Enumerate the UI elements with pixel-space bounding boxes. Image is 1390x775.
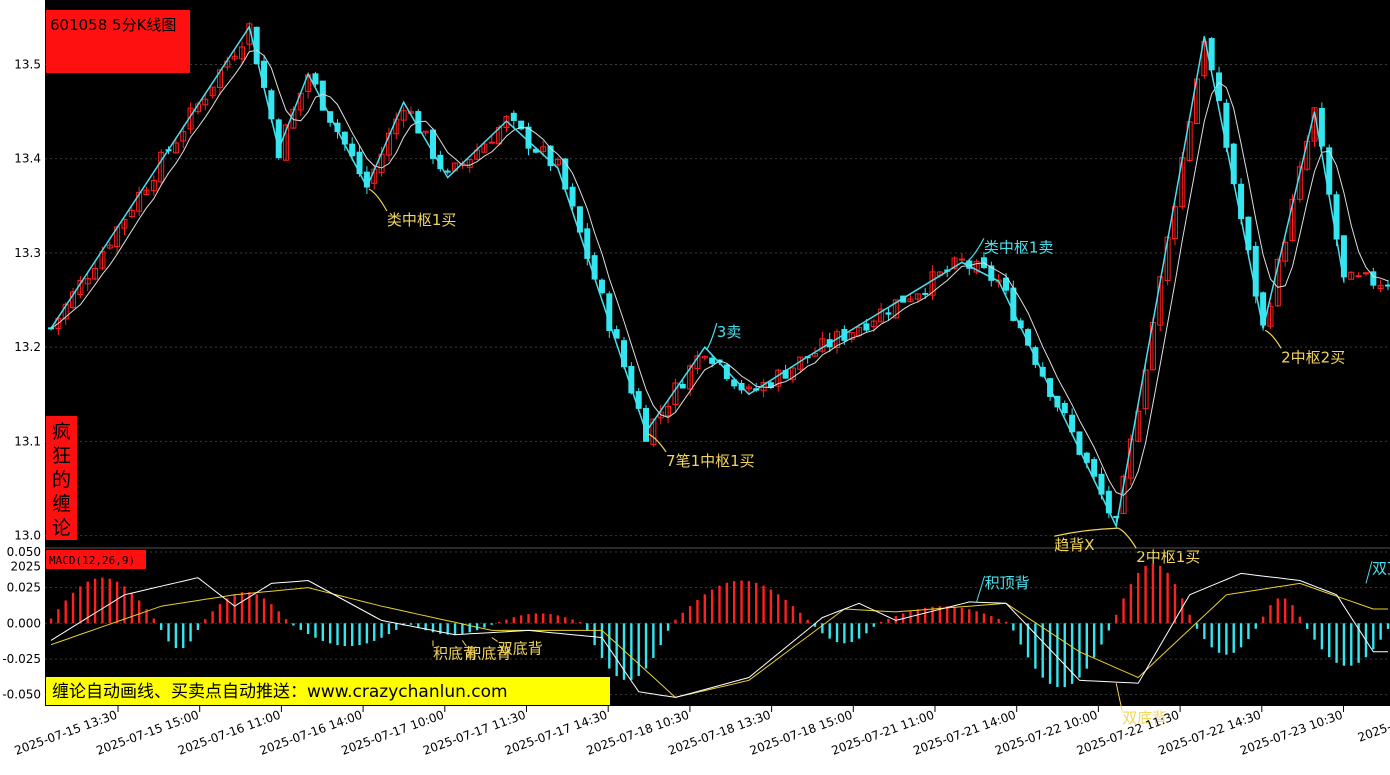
price-annotation-label: 2中枢2买 xyxy=(1281,348,1345,366)
candle-body xyxy=(1091,459,1098,477)
brand-char: 论 xyxy=(52,517,71,539)
candle-body xyxy=(863,323,870,331)
brand-char: 狂 xyxy=(52,445,71,467)
candle-body xyxy=(1216,72,1223,101)
macd-badge: MACD(12,26,9) xyxy=(46,550,146,569)
price-tick-label: 13.4 xyxy=(14,152,41,166)
macd-annotation-label: 积顶背 xyxy=(985,574,1030,592)
candle-body xyxy=(510,112,517,121)
candle-body xyxy=(275,119,282,159)
price-annotation-label: 3卖 xyxy=(717,323,742,341)
candle-body xyxy=(1003,277,1009,291)
candle-body xyxy=(958,258,965,261)
candle-body xyxy=(885,312,892,315)
macd-annotation-label: 双底背 xyxy=(498,640,543,658)
price-tick-label: 13.0 xyxy=(14,529,41,543)
candle-body xyxy=(312,73,319,85)
price-annotation-label: 类中枢1买 xyxy=(387,211,457,229)
chart-canvas: 13.5 13.4 13.3 13.2 13.1 13.0 类中枢1买 3卖 7笔1中枢1买 类… xyxy=(0,0,1390,775)
candle-body xyxy=(709,357,716,364)
price-tick-label: 13.3 xyxy=(14,246,41,260)
candle-body xyxy=(488,141,495,144)
price-annotation-label: 类中枢1卖 xyxy=(984,238,1054,256)
promo-banner: 缠论自动画线、买卖点自动推送：www.crazychanlun.com xyxy=(46,677,610,705)
candle-body xyxy=(591,255,598,280)
price-annotation-label: 趋背X xyxy=(1054,536,1094,554)
macd-tick-label: -0.025 xyxy=(2,652,41,666)
candle-body xyxy=(569,186,576,207)
title-badge: 601058 5分K线图 xyxy=(46,10,190,73)
macd-annotation-label: 双顶 xyxy=(1372,559,1390,577)
candle-body xyxy=(1061,403,1068,414)
price-tick-label: 13.5 xyxy=(14,58,41,72)
candle-body xyxy=(525,126,532,149)
brand-char: 缠 xyxy=(52,493,71,515)
price-annotation-label: 7笔1中枢1买 xyxy=(666,452,755,470)
price-tick-label: 13.1 xyxy=(14,434,41,448)
macd-tick-label: 0.000 xyxy=(7,616,41,630)
candle-body xyxy=(679,383,686,389)
macd-tick-label: 2025 xyxy=(10,559,41,573)
brand-badge: 疯 狂 的 缠 论 xyxy=(46,416,77,540)
candle-body xyxy=(922,292,929,295)
title-badge-text: 601058 5分K线图 xyxy=(50,16,176,34)
macd-tick-label: -0.050 xyxy=(2,688,41,702)
candle-body xyxy=(444,170,451,173)
candle-body xyxy=(1230,143,1237,185)
macd-tick-label: 0.050 xyxy=(7,545,41,559)
price-annotation-label: 2中枢1买 xyxy=(1136,548,1200,566)
macd-tick-label: 0.025 xyxy=(7,581,41,595)
macd-badge-text: MACD(12,26,9) xyxy=(49,554,135,567)
candle-body xyxy=(1385,284,1390,287)
price-tick-label: 13.2 xyxy=(14,340,41,354)
candle-body xyxy=(1355,275,1362,278)
brand-char: 的 xyxy=(52,469,71,491)
candle-body xyxy=(598,279,605,294)
brand-char: 疯 xyxy=(52,421,71,443)
promo-banner-text: 缠论自动画线、买卖点自动推送：www.crazychanlun.com xyxy=(52,682,508,702)
